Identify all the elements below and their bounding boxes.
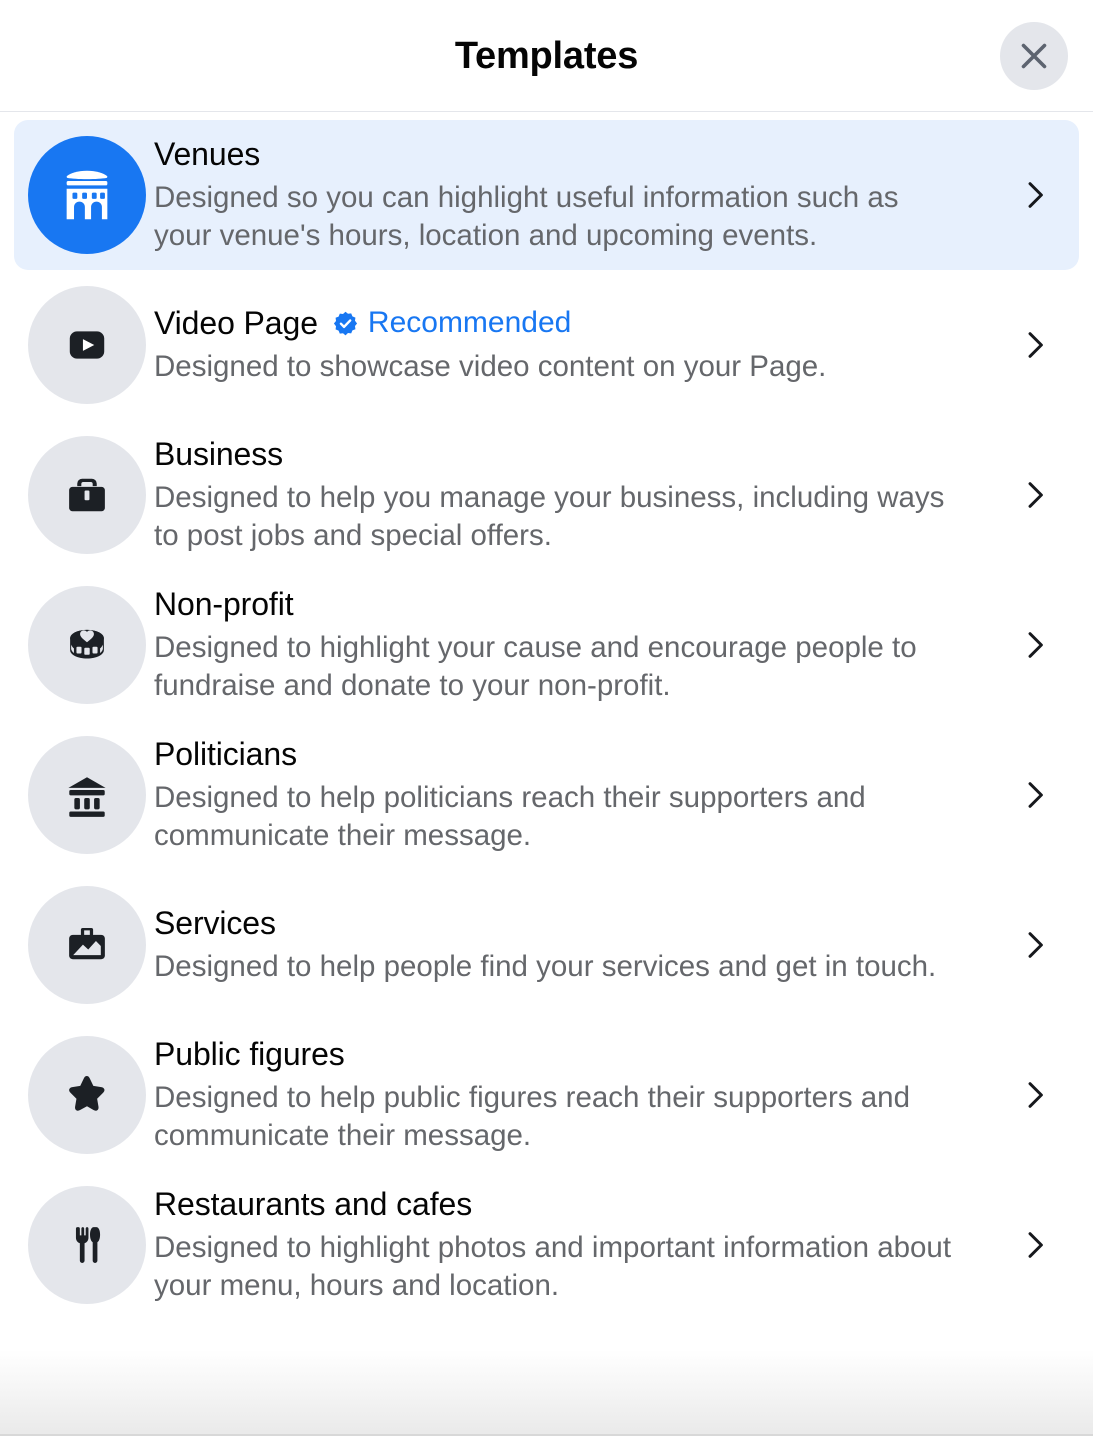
templates-modal: Templates Venues Designed so you can hig…	[0, 0, 1093, 1436]
list-item-business[interactable]: Business Designed to help you manage you…	[14, 420, 1079, 570]
list-item-title: Venues	[154, 135, 261, 172]
list-item-description: Designed so you can highlight useful inf…	[154, 180, 899, 253]
list-item-video-page[interactable]: Video Page Recommended Designed to showc…	[14, 270, 1079, 420]
close-icon	[1016, 38, 1052, 74]
list-item-title-line: Business	[154, 434, 995, 475]
list-item-title: Business	[154, 435, 284, 472]
list-item-title: Non-profit	[154, 585, 294, 622]
list-item-description: Designed to help people find your servic…	[154, 950, 937, 983]
list-item-title-line: Politicians	[154, 734, 995, 775]
chevron-right-icon[interactable]	[1013, 1078, 1057, 1112]
stadium-icon	[28, 136, 146, 254]
list-item-title: Services	[154, 905, 276, 942]
list-item-content: Politicians Designed to help politicians…	[154, 730, 1013, 861]
list-item-content: Services Designed to help people find yo…	[154, 899, 1013, 991]
list-item-venues[interactable]: Venues Designed so you can highlight use…	[14, 120, 1079, 270]
list-item-description: Designed to help you manage your busines…	[154, 480, 945, 553]
chevron-right-icon[interactable]	[1013, 928, 1057, 962]
video-play-icon	[28, 286, 146, 404]
list-item-title: Video Page	[154, 305, 318, 342]
list-item-content: Non-profit Designed to highlight your ca…	[154, 580, 1013, 711]
list-item-title: Public figures	[154, 1035, 345, 1072]
list-item-restaurants-and-cafes[interactable]: Restaurants and cafes Designed to highli…	[14, 1170, 1079, 1320]
chevron-right-icon[interactable]	[1013, 628, 1057, 662]
list-item-title-line: Restaurants and cafes	[154, 1184, 995, 1225]
list-item-non-profit[interactable]: Non-profit Designed to highlight your ca…	[14, 570, 1079, 720]
list-item-politicians[interactable]: Politicians Designed to help politicians…	[14, 720, 1079, 870]
services-portfolio-icon	[28, 886, 146, 1004]
chevron-right-icon[interactable]	[1013, 1228, 1057, 1262]
list-item-title-line: Services	[154, 903, 995, 944]
list-item-title-line: Video Page Recommended	[154, 303, 995, 344]
briefcase-icon	[28, 436, 146, 554]
list-item-description: Designed to showcase video content on yo…	[154, 350, 827, 383]
list-item-title-line: Venues	[154, 134, 995, 175]
list-item-title: Restaurants and cafes	[154, 1185, 473, 1222]
list-item-content: Venues Designed so you can highlight use…	[154, 130, 1013, 261]
modal-header: Templates	[0, 0, 1093, 112]
verified-badge-icon	[332, 310, 359, 337]
government-building-icon	[28, 736, 146, 854]
list-item-content: Video Page Recommended Designed to showc…	[154, 299, 1013, 391]
list-item-description: Designed to highlight your cause and enc…	[154, 630, 917, 703]
chevron-right-icon[interactable]	[1013, 778, 1057, 812]
templates-list[interactable]: Venues Designed so you can highlight use…	[0, 112, 1093, 1436]
list-item-title: Politicians	[154, 735, 297, 772]
scroll-fade-overlay	[0, 1350, 1093, 1436]
chevron-right-icon[interactable]	[1013, 478, 1057, 512]
list-item-services[interactable]: Services Designed to help people find yo…	[14, 870, 1079, 1020]
chevron-right-icon[interactable]	[1013, 178, 1057, 212]
close-button[interactable]	[1000, 21, 1068, 90]
list-item-description: Designed to help public figures reach th…	[154, 1080, 910, 1153]
list-item-title-line: Non-profit	[154, 584, 995, 625]
list-item-public-figures[interactable]: Public figures Designed to help public f…	[14, 1020, 1079, 1170]
star-icon	[28, 1036, 146, 1154]
chevron-right-icon[interactable]	[1013, 328, 1057, 362]
list-item-description: Designed to highlight photos and importa…	[154, 1230, 952, 1303]
list-item-description: Designed to help politicians reach their…	[154, 780, 866, 853]
fork-knife-icon	[28, 1186, 146, 1304]
recommended-label: Recommended	[367, 306, 572, 340]
list-item-content: Business Designed to help you manage you…	[154, 430, 1013, 561]
list-item-title-line: Public figures	[154, 1034, 995, 1075]
list-item-content: Public figures Designed to help public f…	[154, 1030, 1013, 1161]
donation-coin-heart-icon	[28, 586, 146, 704]
list-item-content: Restaurants and cafes Designed to highli…	[154, 1180, 1013, 1311]
page-title: Templates	[454, 34, 639, 77]
